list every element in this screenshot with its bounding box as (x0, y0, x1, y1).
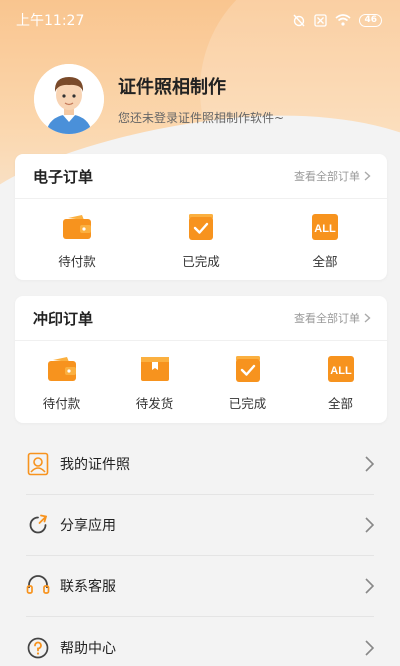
settings-menu: 我的证件照 分享应用 联系客服 帮助中心 (0, 434, 400, 666)
sim-off-icon (314, 13, 328, 27)
menu-item-label: 联系客服 (60, 579, 116, 595)
menu-item-label: 我的证件照 (60, 457, 130, 473)
view-all-label: 查看全部订单 (294, 312, 360, 325)
e-orders-card: 电子订单 查看全部订单 待付款 已完成 ALL 全部 (15, 154, 387, 280)
menu-item-label: 帮助中心 (60, 640, 116, 657)
login-prompt[interactable]: 您还未登录证件照相制作软件~ (118, 109, 284, 126)
help-icon (26, 636, 50, 660)
order-item-label: 已完成 (228, 396, 267, 411)
id-photo-icon (26, 452, 50, 476)
print-order-all[interactable]: ALL 全部 (306, 355, 376, 421)
chevron-right-icon (364, 313, 371, 323)
package-icon (140, 355, 170, 383)
e-orders-view-all-link[interactable]: 查看全部订单 (294, 168, 371, 184)
e-order-all[interactable]: ALL 全部 (290, 213, 360, 279)
print-order-pending-shipment[interactable]: 待发货 (120, 355, 190, 421)
print-orders-card: 冲印订单 查看全部订单 待付款 待发货 已完成 ALL 全部 (15, 296, 387, 423)
all-icon: ALL (310, 213, 340, 241)
headset-icon (26, 574, 50, 598)
chevron-right-icon (365, 456, 374, 472)
chevron-right-icon (365, 578, 374, 594)
view-all-label: 查看全部订单 (294, 170, 360, 183)
check-box-icon (186, 213, 216, 241)
print-order-completed[interactable]: 已完成 (213, 355, 283, 421)
profile-title: 证件照相制作 (118, 76, 226, 98)
order-item-label: 已完成 (182, 254, 220, 269)
menu-item-label: 分享应用 (60, 518, 116, 534)
status-bar: 上午11:27 46 (0, 0, 400, 40)
share-icon (26, 513, 50, 537)
status-time: 上午11:27 (16, 13, 85, 29)
order-item-label: 待付款 (42, 396, 81, 411)
wifi-icon (335, 14, 351, 26)
order-item-label: 全部 (327, 396, 353, 411)
e-order-pending-payment[interactable]: 待付款 (42, 213, 112, 279)
wallet-icon (47, 355, 77, 383)
chevron-right-icon (365, 517, 374, 533)
chevron-right-icon (365, 639, 374, 656)
e-order-completed[interactable]: 已完成 (166, 213, 236, 279)
all-icon: ALL (326, 355, 356, 383)
menu-item-share-app[interactable]: 分享应用 (26, 495, 374, 556)
avatar[interactable] (34, 64, 104, 134)
profile-section[interactable]: 证件照相制作 您还未登录证件照相制作软件~ (34, 64, 284, 134)
alarm-off-icon (292, 13, 306, 27)
chevron-right-icon (364, 171, 371, 181)
check-box-icon (233, 355, 263, 383)
svg-text:ALL: ALL (330, 365, 352, 377)
order-item-label: 全部 (312, 254, 338, 269)
menu-item-my-id-photos[interactable]: 我的证件照 (26, 434, 374, 495)
print-orders-view-all-link[interactable]: 查看全部订单 (294, 310, 371, 326)
menu-item-contact-support[interactable]: 联系客服 (26, 556, 374, 617)
order-item-label: 待付款 (58, 254, 96, 269)
wallet-icon (62, 213, 92, 241)
svg-text:ALL: ALL (314, 223, 336, 235)
print-orders-title: 冲印订单 (33, 309, 94, 328)
order-item-label: 待发货 (135, 396, 174, 411)
battery-indicator: 46 (359, 13, 382, 27)
print-order-pending-payment[interactable]: 待付款 (27, 355, 97, 421)
menu-item-help-center[interactable]: 帮助中心 (26, 617, 374, 666)
e-orders-title: 电子订单 (33, 167, 94, 186)
